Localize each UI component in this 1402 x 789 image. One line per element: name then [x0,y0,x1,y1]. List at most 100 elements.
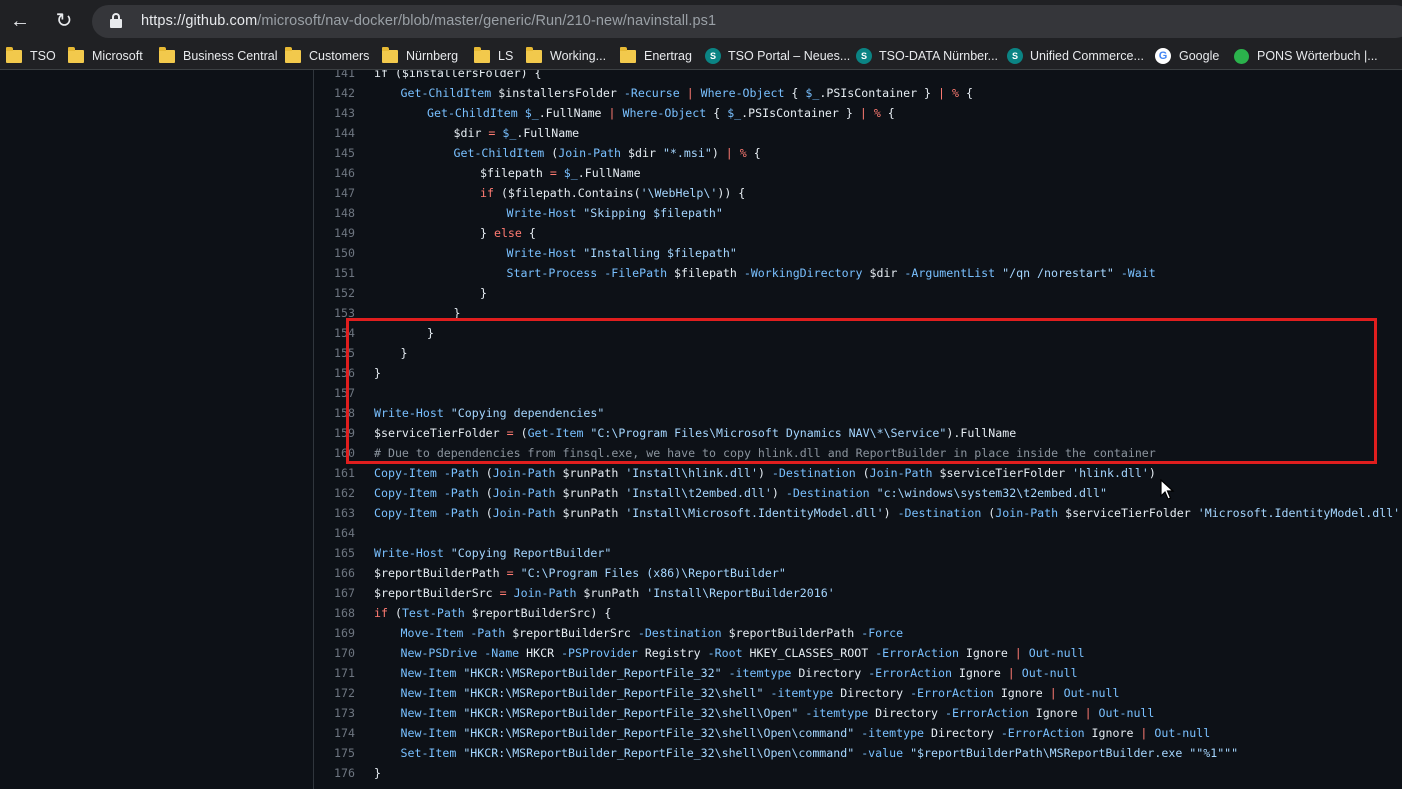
code-token: Ignore [1028,706,1085,720]
code-token: $runPath [555,486,626,500]
bookmark-label: Enertrag [644,49,692,63]
line-number[interactable]: 168 [315,603,355,623]
code-token: Move-Item [400,626,464,640]
code-token: $_ [563,166,578,180]
line-number[interactable]: 147 [315,183,355,203]
code-token: "$reportBuilderPath\MSReportBuilder.exe … [910,746,1239,760]
line-number[interactable]: 172 [315,683,355,703]
code-token: Where-Object [700,86,785,100]
bookmark-tso[interactable]: TSO [6,46,56,66]
code-line: 169 Move-Item -Path $reportBuilderSrc -De… [315,623,1402,643]
line-number[interactable]: 170 [315,643,355,663]
bookmark-tso-data[interactable]: S TSO-DATA Nürnber... [856,46,998,66]
line-number[interactable]: 175 [315,743,355,763]
line-number[interactable]: 173 [315,703,355,723]
line-number[interactable]: 149 [315,223,355,243]
line-number[interactable]: 167 [315,583,355,603]
code-token: $reportBuilderPath [374,566,507,580]
code-token: -Path [443,506,479,520]
sharepoint-icon: S [856,48,872,64]
lock-icon[interactable] [110,13,122,28]
code-token: { [521,226,536,240]
code-token: -FilePath [604,266,668,280]
highlight-box [346,318,1377,464]
code-token: $runPath [576,586,647,600]
bookmark-enertrag[interactable]: Enertrag [620,46,692,66]
code-token: Ignore [993,686,1050,700]
code-token: Write-Host [506,206,577,220]
line-number[interactable]: 146 [315,163,355,183]
code-text: $dir = $_.FullName [374,123,580,143]
code-token: -Path [443,466,479,480]
bookmark-tso-portal[interactable]: S TSO Portal – Neues... [705,46,850,66]
code-token: -ErrorAction [910,686,994,700]
code-token: Ignore [958,646,1015,660]
line-number[interactable]: 142 [315,83,355,103]
code-token: $dir [621,146,663,160]
url-text[interactable]: https://github.com/microsoft/nav-docker/… [141,13,716,29]
line-number[interactable]: 161 [315,463,355,483]
line-number[interactable]: 148 [315,203,355,223]
bookmark-unified-commerce[interactable]: S Unified Commerce... [1007,46,1144,66]
bookmark-google[interactable]: G Google [1155,46,1219,66]
back-arrow-icon[interactable]: ← [7,8,33,34]
google-icon: G [1155,48,1171,64]
bookmark-customers[interactable]: Customers [285,46,369,66]
bookmark-label: Nürnberg [406,49,459,63]
bookmark-microsoft[interactable]: Microsoft [68,46,143,66]
bookmark-ls[interactable]: LS [474,46,513,66]
code-token: -PSProvider [561,646,638,660]
line-number[interactable]: 143 [315,103,355,123]
code-token: .PSIsContainer } [741,106,860,120]
code-token: -itemtype [861,726,925,740]
code-token: "HKCR:\MSReportBuilder_ReportFile_32\she… [463,706,799,720]
bookmark-nuernberg[interactable]: Nürnberg [382,46,458,66]
code-line: 171 New-Item "HKCR:\MSReportBuilder_Repor… [315,663,1402,683]
bookmark-label: Working... [550,49,607,63]
line-number[interactable]: 165 [315,543,355,563]
line-number[interactable]: 176 [315,763,355,783]
bookmark-working[interactable]: Working... [526,46,606,66]
bookmark-pons[interactable]: PONS Wörterbuch |... [1234,46,1378,66]
address-bar[interactable]: https://github.com/microsoft/nav-docker/… [92,5,1402,38]
line-number[interactable]: 144 [315,123,355,143]
line-number[interactable]: 141 [315,70,355,83]
line-number[interactable]: 162 [315,483,355,503]
code-text: Copy-Item -Path (Join-Path $runPath 'Ins… [374,463,1156,483]
code-line: 168 if (Test-Path $reportBuilderSrc) { [315,603,1402,623]
line-number[interactable]: 166 [315,563,355,583]
line-number[interactable]: 174 [315,723,355,743]
line-number[interactable]: 150 [315,243,355,263]
code-text: Get-ChildItem $_.FullName | Where-Object… [374,103,895,123]
code-text: if (Test-Path $reportBuilderSrc) { [374,603,611,623]
code-token: 'Install\hlink.dll' [625,466,758,480]
line-number[interactable]: 152 [315,283,355,303]
line-number[interactable]: 145 [315,143,355,163]
code-text: if ($installersFolder) { [374,70,542,83]
line-number[interactable]: 171 [315,663,355,683]
line-number[interactable]: 163 [315,503,355,523]
line-number[interactable]: 164 [315,523,355,543]
code-token: .PSIsContainer } [819,86,939,100]
code-token: $reportBuilderSrc [505,626,638,640]
bookmark-label: Business Central [183,49,278,63]
line-number[interactable]: 151 [315,263,355,283]
bookmark-business-central[interactable]: Business Central [159,46,278,66]
code-token: Join-Path [995,506,1059,520]
reload-icon[interactable]: ↻ [51,8,77,34]
url-path: /microsoft/nav-docker/blob/master/generi… [257,13,717,29]
code-token: { [784,86,806,100]
bookmarks-bar: TSO Microsoft Business Central Customers… [0,42,1402,70]
code-line: 149} else { [315,223,1402,243]
code-token: .FullName [538,106,609,120]
code-token: -Name [484,646,520,660]
line-number[interactable]: 169 [315,623,355,643]
